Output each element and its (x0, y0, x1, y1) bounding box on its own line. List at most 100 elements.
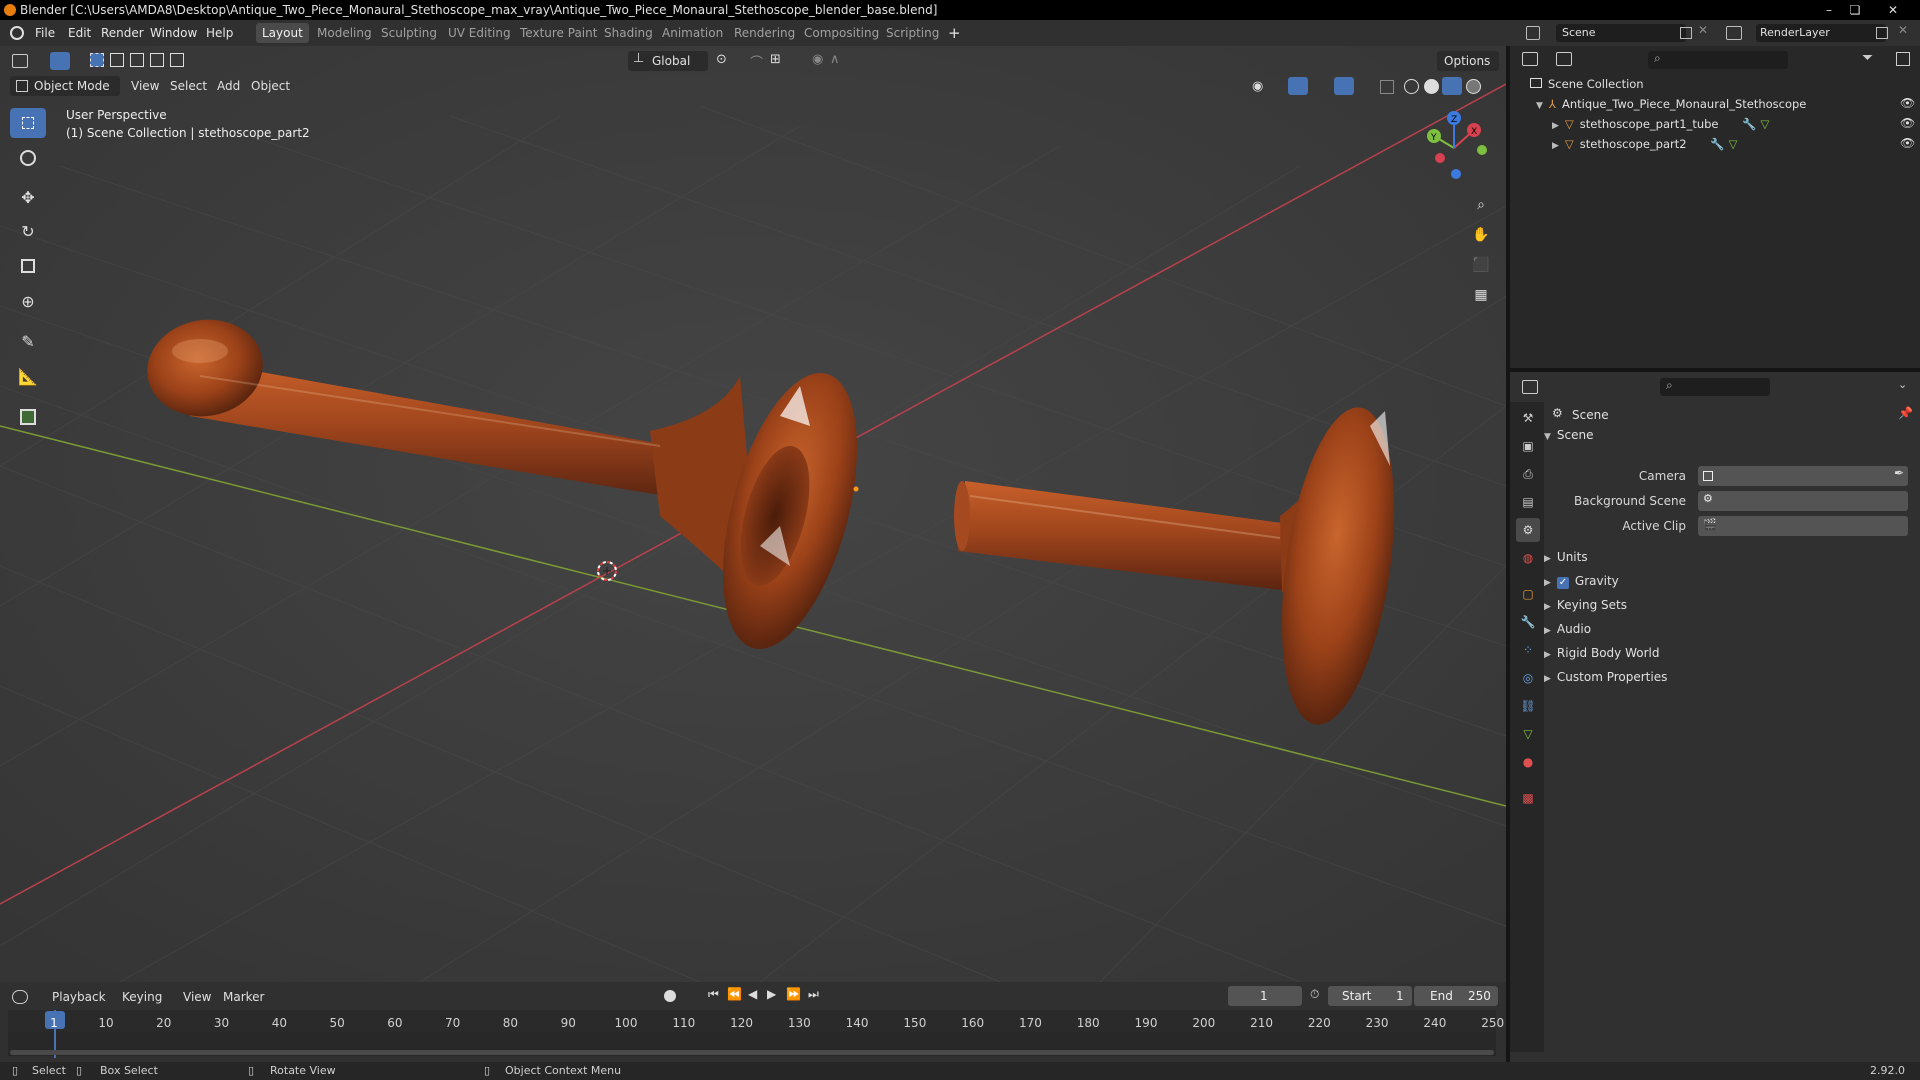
viewport-menu-object[interactable]: Object (251, 79, 290, 93)
timeline-menu-playback[interactable]: Playback (52, 990, 106, 1004)
play-icon[interactable]: ▶ (767, 987, 776, 1001)
snap-icon[interactable]: ⌒ (750, 52, 763, 71)
outliner-search-field[interactable] (1648, 51, 1788, 69)
menu-window[interactable]: Window (150, 24, 197, 42)
visibility-icon[interactable]: ◉ (1252, 79, 1263, 94)
menu-file[interactable]: File (35, 24, 55, 42)
delete-scene-icon[interactable]: ✕ (1698, 23, 1708, 37)
visibility-eye-icon[interactable]: 👁 (1900, 136, 1915, 150)
timeline-menu-keying[interactable]: Keying (122, 990, 162, 1004)
proportional-edit-icon[interactable]: ◉ (812, 52, 823, 67)
workspace-tab-sculpting[interactable]: Sculpting (375, 23, 443, 43)
menu-help[interactable]: Help (206, 24, 233, 42)
tab-view-layer[interactable]: ▤ (1516, 490, 1540, 514)
tab-constraints[interactable]: ⛓ (1516, 694, 1540, 718)
tab-physics[interactable]: ◎ (1516, 666, 1540, 690)
minimize-button[interactable]: – (1816, 0, 1842, 20)
panel-header-keying-sets[interactable]: ▶ Keying Sets (1544, 594, 1627, 616)
camera-field[interactable] (1698, 466, 1908, 486)
proportional-falloff-icon[interactable]: ∧ (830, 52, 840, 67)
workspace-tab-layout[interactable]: Layout (256, 23, 309, 43)
view-layer-icon[interactable] (1726, 26, 1742, 40)
new-view-layer-icon[interactable] (1876, 27, 1888, 39)
material-shading-icon[interactable] (1442, 77, 1462, 95)
active-clip-field[interactable] (1698, 516, 1908, 536)
scene-selector-icon[interactable] (1526, 26, 1540, 40)
outliner-row-scene-collection[interactable]: Scene Collection (1530, 74, 1644, 94)
jump-to-start-icon[interactable]: ⏮ (708, 987, 719, 1002)
jump-to-keyframe-prev-icon[interactable]: ⏪ (727, 987, 742, 1001)
tool-transform[interactable]: ⊕ (10, 286, 46, 316)
tool-measure[interactable]: 📐 (10, 361, 46, 391)
jump-to-keyframe-next-icon[interactable]: ⏩ (786, 987, 801, 1001)
expand-arrow-icon[interactable]: ▶ (1552, 121, 1559, 131)
select-subtract-icon[interactable] (130, 53, 144, 67)
view-layer-field[interactable]: RenderLayer (1756, 24, 1886, 42)
add-workspace-button[interactable]: + (948, 24, 961, 42)
properties-search-field[interactable] (1660, 378, 1770, 396)
visibility-eye-icon[interactable]: 👁 (1900, 96, 1915, 110)
navigation-gizmo[interactable]: X Y Z (1414, 108, 1494, 188)
outliner-editor-type-icon[interactable] (1522, 52, 1538, 66)
eyedropper-icon[interactable]: ✒ (1894, 466, 1904, 480)
object-mode-label[interactable]: Object Mode (34, 79, 110, 93)
tool-move[interactable]: ✥ (10, 182, 46, 212)
stopwatch-icon[interactable]: ⏱ (1310, 987, 1319, 1002)
tab-particles[interactable]: ⁘ (1516, 638, 1540, 662)
filter-icon[interactable]: ⏷ (1862, 50, 1873, 66)
collapse-arrow-icon[interactable]: ▼ (1536, 101, 1543, 111)
panel-header-custom-properties[interactable]: ▶ Custom Properties (1544, 666, 1667, 688)
timeline-menu-view[interactable]: View (183, 990, 211, 1004)
tool-rotate[interactable]: ↻ (10, 216, 46, 246)
expand-arrow-icon[interactable]: ▶ (1552, 141, 1559, 151)
pan-button[interactable]: ✋ (1468, 222, 1494, 248)
panel-header-audio[interactable]: ▶ Audio (1544, 618, 1591, 640)
tab-render[interactable]: ▣ (1516, 434, 1540, 458)
record-button[interactable] (664, 990, 676, 1002)
new-scene-icon[interactable] (1680, 27, 1692, 39)
tab-material[interactable]: ● (1516, 750, 1540, 774)
menu-render[interactable]: Render (101, 24, 144, 42)
timeline-menu-marker[interactable]: Marker (223, 990, 264, 1004)
visibility-eye-icon[interactable]: 👁 (1900, 116, 1915, 130)
workspace-tab-scripting[interactable]: Scripting (880, 23, 945, 43)
tab-tool[interactable]: ⚒ (1516, 406, 1540, 430)
workspace-tab-shading[interactable]: Shading (598, 23, 659, 43)
workspace-tab-texture-paint[interactable]: Texture Paint (514, 23, 603, 43)
select-intersect-icon[interactable] (150, 53, 164, 67)
viewport-menu-add[interactable]: Add (217, 79, 240, 93)
tab-scene[interactable]: ⚙ (1516, 518, 1540, 542)
zoom-button[interactable]: ⌕ (1468, 192, 1494, 218)
editor-type-icon[interactable] (12, 54, 28, 68)
gizmo-toggle-icon[interactable] (1288, 77, 1308, 95)
timeline-scrollbar[interactable] (10, 1050, 1494, 1055)
menu-edit[interactable]: Edit (68, 24, 91, 42)
overlays-toggle-icon[interactable] (1334, 77, 1354, 95)
tool-select-box[interactable] (10, 108, 46, 138)
properties-editor-type-icon[interactable] (1522, 380, 1538, 394)
outliner-row-collection[interactable]: ▼ ⅄ Antique_Two_Piece_Monaural_Stethoscope (1536, 94, 1806, 114)
solid-shading-icon[interactable] (1424, 79, 1439, 94)
close-button[interactable]: ✕ (1880, 0, 1906, 20)
workspace-tab-animation[interactable]: Animation (656, 23, 729, 43)
camera-view-button[interactable]: ⬛ (1468, 252, 1494, 278)
outliner-row-object[interactable]: ▶ ▽ stethoscope_part1_tube 🔧 ▽ (1552, 114, 1769, 134)
tab-object[interactable]: ▢ (1516, 582, 1540, 606)
timeline-editor-type-icon[interactable] (12, 990, 28, 1004)
orientation-label[interactable]: Global (652, 54, 690, 68)
panel-header-units[interactable]: ▶ Units (1544, 546, 1588, 568)
tool-annotate[interactable]: ✎ (10, 326, 46, 356)
panel-header-scene[interactable]: ▼ Scene (1544, 424, 1594, 446)
workspace-tab-modeling[interactable]: Modeling (311, 23, 378, 43)
3d-viewport[interactable]: Object Mode View Select Add Object ⊥ Glo… (0, 46, 1506, 982)
tool-scale[interactable] (10, 251, 46, 281)
scene-name-field[interactable]: Scene (1556, 24, 1686, 42)
snap-target-icon[interactable]: ⊞ (770, 52, 781, 67)
tab-world[interactable]: ◍ (1516, 546, 1540, 570)
tool-add-cube[interactable] (10, 402, 46, 432)
options-label[interactable]: Options (1444, 54, 1490, 68)
workspace-tab-uv-editing[interactable]: UV Editing (442, 23, 517, 43)
tab-modifiers[interactable]: 🔧 (1516, 610, 1540, 634)
background-scene-field[interactable] (1698, 491, 1908, 511)
outliner-display-mode-icon[interactable] (1556, 52, 1572, 66)
